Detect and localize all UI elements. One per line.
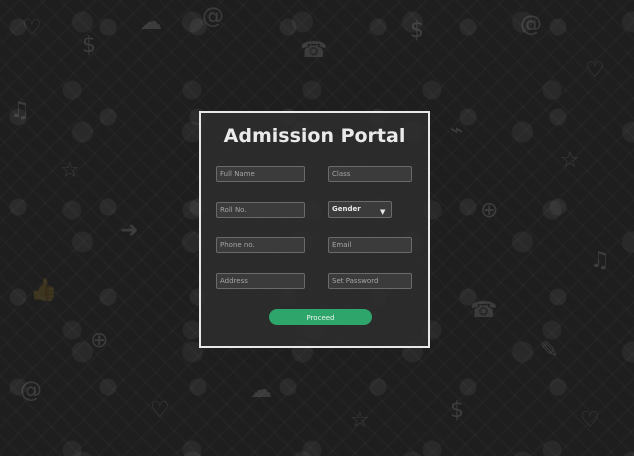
music-icon: ♫ <box>10 98 30 123</box>
email-input[interactable] <box>328 237 412 253</box>
admission-form: Admission Portal Gender ▼ Proceed <box>199 111 430 348</box>
at-icon: @ <box>20 378 42 403</box>
music-icon: ♫ <box>590 248 610 273</box>
cart-icon: ⊕ <box>90 328 109 353</box>
cloud-icon: ☁ <box>140 10 162 35</box>
thumbs-up-icon: 👍 <box>30 278 58 303</box>
megaphone-icon: ⌁ <box>450 118 464 143</box>
roll-no-input[interactable] <box>216 202 305 218</box>
cloud-icon: ☁ <box>250 378 272 403</box>
star-icon: ☆ <box>60 158 80 183</box>
star-icon: ☆ <box>560 148 580 173</box>
class-input[interactable] <box>328 166 412 182</box>
address-input[interactable] <box>216 273 305 289</box>
at-icon: @ <box>520 12 542 37</box>
heart-icon: ♡ <box>580 408 600 433</box>
arrow-icon: ➜ <box>120 218 139 243</box>
proceed-button[interactable]: Proceed <box>269 309 372 325</box>
heart-icon: ♡ <box>585 58 605 83</box>
pencil-icon: ✎ <box>540 338 559 363</box>
chevron-down-icon: ▼ <box>380 208 386 216</box>
phone-icon: ☎ <box>300 38 328 63</box>
full-name-input[interactable] <box>216 166 305 182</box>
star-icon: ☆ <box>350 408 370 433</box>
dollar-icon: $ <box>82 33 96 58</box>
at-icon: @ <box>202 4 224 29</box>
gender-select[interactable]: Gender ▼ <box>328 201 392 218</box>
phone-input[interactable] <box>216 237 305 253</box>
password-input[interactable] <box>328 273 412 289</box>
phone-icon: ☎ <box>470 298 498 323</box>
globe-icon: ⊕ <box>480 198 499 223</box>
dollar-icon: $ <box>410 18 424 43</box>
gender-select-value: Gender <box>332 205 361 213</box>
dollar-icon: $ <box>450 398 464 423</box>
heart-icon: ♡ <box>22 16 42 41</box>
heart-icon: ♡ <box>150 398 170 423</box>
form-title: Admission Portal <box>223 125 406 147</box>
